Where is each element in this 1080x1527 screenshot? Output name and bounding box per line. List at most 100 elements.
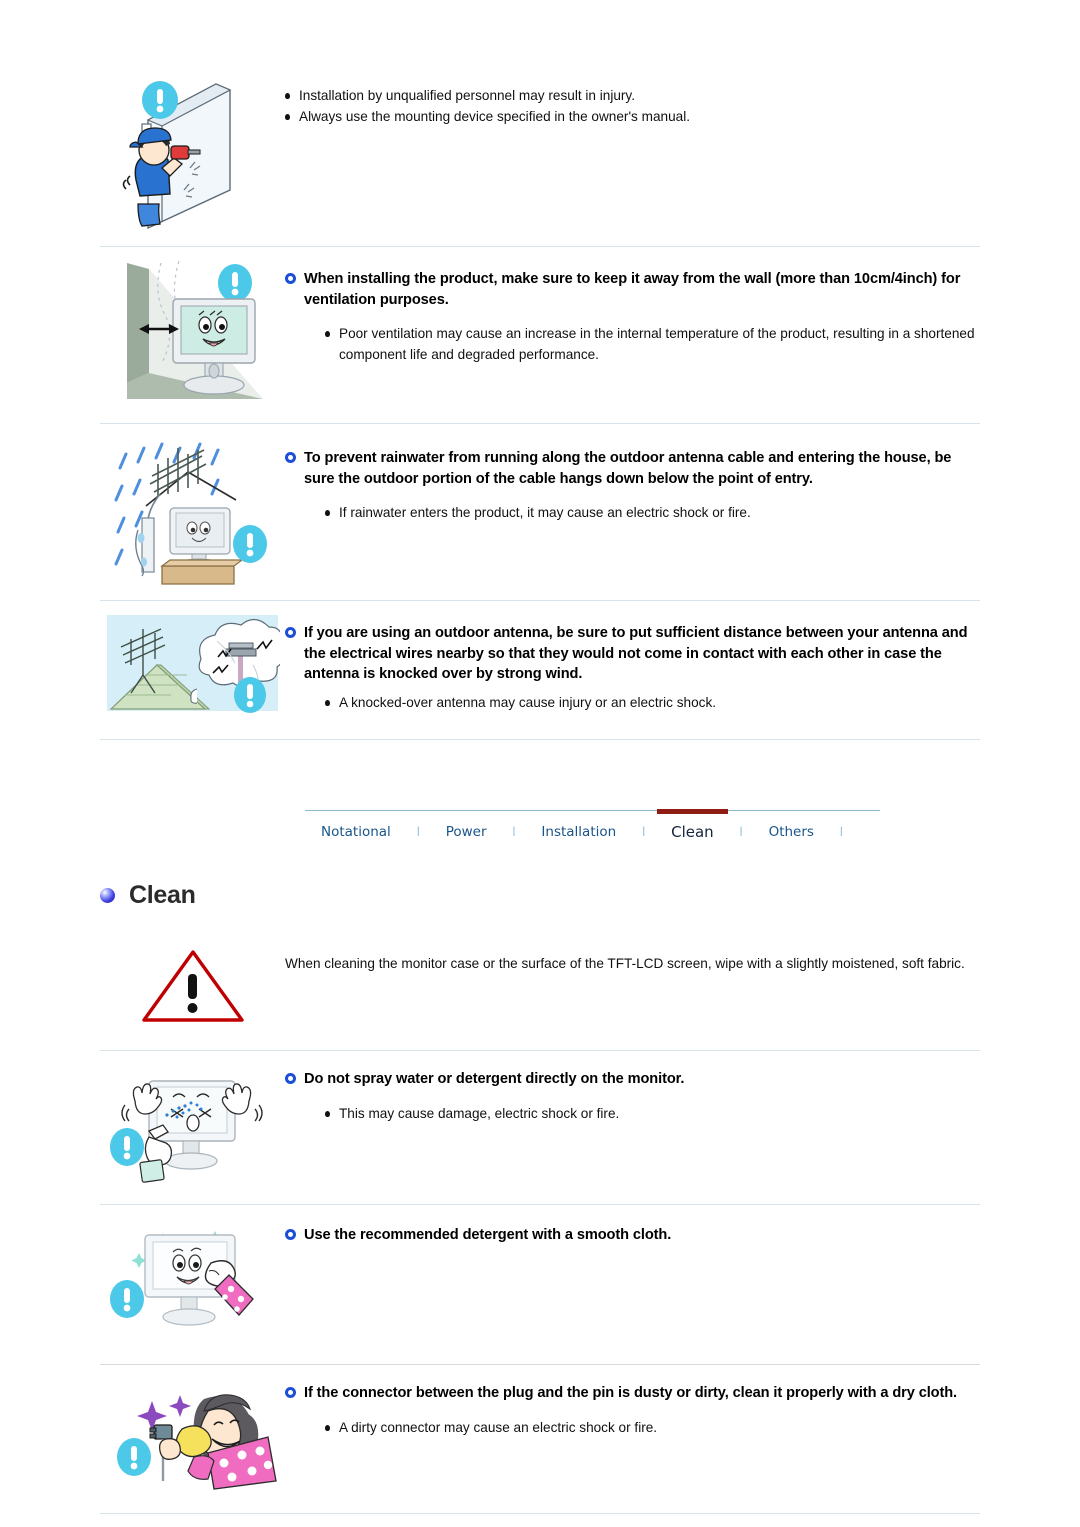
section-outdoor-antenna: If you are using an outdoor antenna, be … xyxy=(0,601,1080,723)
section-clean-intro: When cleaning the monitor case or the su… xyxy=(0,910,1080,1026)
figure-wall-mount-installer xyxy=(100,68,285,232)
tab-separator: l xyxy=(512,823,516,839)
section-no-spray-text: Do not spray water or detergent directly… xyxy=(285,1059,980,1125)
figure-wall-clearance xyxy=(100,251,285,405)
bullet-dot-icon xyxy=(325,1110,330,1117)
warning-triangle-icon xyxy=(141,950,244,1022)
ring-bullet-icon xyxy=(285,1073,296,1084)
tab-label: Others xyxy=(768,824,814,840)
ring-bullet-icon xyxy=(285,1229,296,1240)
heading-text: Do not spray water or detergent directly… xyxy=(304,1071,685,1087)
bullet-text: Always use the mounting device specified… xyxy=(299,109,690,125)
bullet-dot-icon xyxy=(325,331,330,338)
tab-others[interactable]: Others xyxy=(753,813,830,851)
no-spray-illustration xyxy=(110,1080,263,1183)
sphere-bullet-icon xyxy=(100,888,115,903)
figure-clean-connector xyxy=(100,1373,285,1495)
recommended-detergent-heading: Use the recommended detergent with a smo… xyxy=(285,1225,980,1246)
ring-bullet-icon xyxy=(285,1387,296,1398)
ring-bullet-icon xyxy=(285,273,296,284)
bullet-text: Installation by unqualified personnel ma… xyxy=(299,88,636,103)
bullet-dot-icon xyxy=(285,93,290,99)
page-title-row: Clean xyxy=(100,881,1080,910)
tab-navigation-wrap: Notational l Power l Installation l Clea… xyxy=(100,804,980,851)
connector-heading: If the connector between the plug and th… xyxy=(285,1383,980,1404)
tab-label: Installation xyxy=(541,824,617,840)
tab-separator: l xyxy=(739,823,743,839)
tab-separator: l xyxy=(642,823,646,839)
page-title: Clean xyxy=(129,881,196,909)
no-spray-heading: Do not spray water or detergent directly… xyxy=(285,1069,980,1090)
list-item: Poor ventilation may cause an increase i… xyxy=(325,324,980,365)
wipe-cloth-illustration xyxy=(110,1231,254,1326)
bullet-text: A dirty connector may cause an electric … xyxy=(339,1419,658,1435)
tab-label: Power xyxy=(445,824,487,840)
bullet-dot-icon xyxy=(285,114,290,121)
tab-navigation[interactable]: Notational l Power l Installation l Clea… xyxy=(305,809,880,851)
antenna-powerline-illustration xyxy=(107,615,280,713)
section-rainwater-text: To prevent rainwater from running along … xyxy=(285,430,980,525)
section-no-spray: Do not spray water or detergent directly… xyxy=(0,1051,1080,1188)
connector-bullets: A dirty connector may cause an electric … xyxy=(285,1418,980,1438)
section-recommended-detergent: Use the recommended detergent with a smo… xyxy=(0,1205,1080,1344)
section-divider xyxy=(100,739,980,740)
list-item: This may cause damage, electric shock or… xyxy=(325,1104,980,1124)
ventilation-bullets: Poor ventilation may cause an increase i… xyxy=(285,324,980,365)
ring-bullet-icon xyxy=(285,452,296,463)
rainwater-heading: To prevent rainwater from running along … xyxy=(285,448,980,489)
section-install-qualified: Installation by unqualified personnel ma… xyxy=(0,0,1080,232)
heading-text: To prevent rainwater from running along … xyxy=(304,450,952,487)
section-connector-text: If the connector between the plug and th… xyxy=(285,1373,980,1439)
section-ventilation-text: When installing the product, make sure t… xyxy=(285,251,980,366)
figure-wipe-cloth xyxy=(100,1215,285,1344)
section-rainwater: To prevent rainwater from running along … xyxy=(0,424,1080,586)
tab-clean[interactable]: Clean xyxy=(655,809,730,851)
heading-text: If you are using an outdoor antenna, be … xyxy=(304,625,968,683)
bullet-text: A knocked-over antenna may cause injury … xyxy=(339,695,717,711)
section-connector: If the connector between the plug and th… xyxy=(0,1365,1080,1495)
heading-text: Use the recommended detergent with a smo… xyxy=(304,1227,672,1243)
bullet-dot-icon xyxy=(325,1424,330,1431)
tab-label: Notational xyxy=(321,824,391,840)
tab-installation[interactable]: Installation xyxy=(525,813,632,851)
bullet-text: This may cause damage, electric shock or… xyxy=(339,1105,620,1121)
rainwater-bullets: If rainwater enters the product, it may … xyxy=(285,503,980,523)
bullet-text: Poor ventilation may cause an increase i… xyxy=(339,326,975,362)
tab-separator: l xyxy=(839,823,843,839)
wall-clearance-illustration xyxy=(126,260,263,399)
tab-power[interactable]: Power xyxy=(430,813,503,851)
heading-text: If the connector between the plug and th… xyxy=(304,1385,958,1401)
wall-mount-installer-illustration xyxy=(122,81,231,230)
list-item: If rainwater enters the product, it may … xyxy=(325,503,980,523)
section-recommended-detergent-text: Use the recommended detergent with a smo… xyxy=(285,1215,980,1246)
clean-connector-illustration xyxy=(116,1394,277,1490)
outdoor-antenna-bullets: A knocked-over antenna may cause injury … xyxy=(285,693,980,713)
ring-bullet-icon xyxy=(285,627,296,638)
list-item: A dirty connector may cause an electric … xyxy=(325,1418,980,1438)
heading-text: When installing the product, make sure t… xyxy=(304,271,961,308)
section-ventilation: When installing the product, make sure t… xyxy=(0,247,1080,405)
list-item: Installation by unqualified personnel ma… xyxy=(285,86,980,106)
bullet-dot-icon xyxy=(325,510,330,517)
figure-no-spray xyxy=(100,1059,285,1188)
no-spray-bullets: This may cause damage, electric shock or… xyxy=(285,1104,980,1124)
tab-label: Clean xyxy=(671,823,714,841)
antenna-rain-illustration xyxy=(114,442,267,585)
figure-warning-triangle xyxy=(100,942,285,1026)
section-outdoor-antenna-text: If you are using an outdoor antenna, be … xyxy=(285,609,980,715)
section-divider xyxy=(100,1513,980,1514)
list-item: Always use the mounting device specified… xyxy=(285,107,980,127)
ventilation-heading: When installing the product, make sure t… xyxy=(285,269,980,310)
figure-antenna-rain xyxy=(100,430,285,586)
bullet-dot-icon xyxy=(325,700,330,707)
figure-antenna-powerline xyxy=(100,609,285,723)
tab-notational[interactable]: Notational xyxy=(305,813,407,851)
section-clean-intro-text: When cleaning the monitor case or the su… xyxy=(285,942,980,975)
install-qualified-bullets: Installation by unqualified personnel ma… xyxy=(285,86,980,128)
list-item: A knocked-over antenna may cause injury … xyxy=(325,693,980,713)
bullet-text: If rainwater enters the product, it may … xyxy=(339,505,751,521)
clean-intro-paragraph: When cleaning the monitor case or the su… xyxy=(285,956,965,971)
section-install-qualified-text: Installation by unqualified personnel ma… xyxy=(285,68,980,129)
tab-separator: l xyxy=(416,823,420,839)
manual-page: Installation by unqualified personnel ma… xyxy=(0,0,1080,1527)
